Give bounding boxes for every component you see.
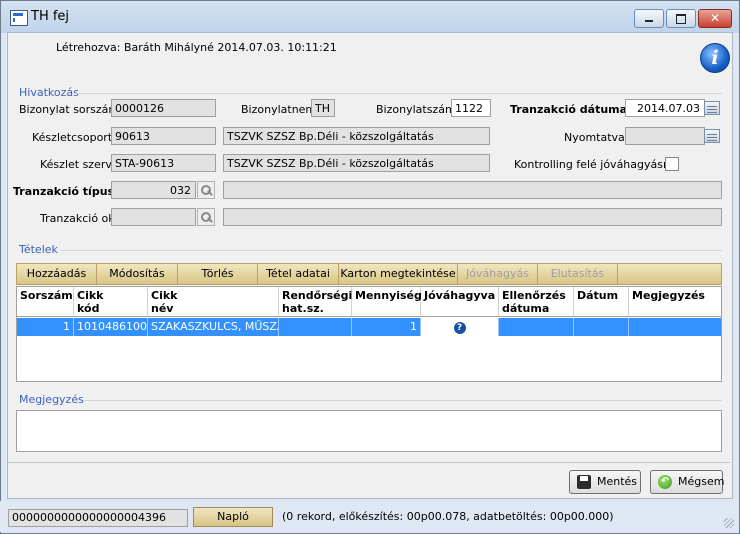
cancel-icon: ↶ <box>658 475 672 489</box>
col-header-datum[interactable]: Dátum <box>574 287 629 317</box>
table-row[interactable]: 1 1010486100 SZAKASZKULCS, MŰSZAKI 1 ? <box>17 318 721 336</box>
stock-group-label: Készletcsoport: <box>32 131 116 144</box>
col-header-cikk-kod[interactable]: Cikk kód <box>74 287 148 317</box>
col-header-mennyiseg[interactable]: Mennyiség <box>352 287 422 317</box>
cell-megjegyzes <box>629 318 721 336</box>
stock-group-name-field: TSZVK SZSZ Bp.Déli - közszolgáltatás <box>223 127 490 145</box>
record-id-field: 0000000000000000004396 <box>8 509 188 527</box>
status-info: (0 rekord, előkészítés: 00p00.078, adatb… <box>282 510 614 523</box>
calendar-icon[interactable] <box>704 101 720 115</box>
title-bar[interactable]: TH fej ✕ <box>1 1 739 33</box>
save-button[interactable]: Mentés <box>569 470 641 494</box>
doc-number-label: Bizonylatszám: <box>376 103 460 116</box>
cancel-button[interactable]: ↶ Mégsem <box>650 470 725 494</box>
cell-cikk-nev: SZAKASZKULCS, MŰSZAKI <box>148 318 279 336</box>
approve-button[interactable]: Jóváhagyás <box>458 264 538 284</box>
minimize-button[interactable] <box>634 9 664 28</box>
maximize-button[interactable] <box>666 9 696 28</box>
items-grid[interactable]: Sorszám Cikk kód Cikk név Rendőrségi hat… <box>16 286 722 382</box>
controlling-label: Kontrolling felé jóváhagyásra <box>514 158 675 171</box>
cancel-button-label: Mégsem <box>678 475 725 488</box>
trx-type-label: Tranzakció típus: <box>13 185 119 198</box>
printed-label: Nyomtatva: <box>564 131 629 144</box>
cell-rendorsegi <box>279 318 352 336</box>
cell-ellenorzes <box>499 318 574 336</box>
calendar-icon[interactable] <box>704 129 720 143</box>
doc-type-label: Bizonylatnem: <box>241 103 320 116</box>
controlling-checkbox[interactable] <box>665 157 679 171</box>
close-button[interactable]: ✕ <box>698 9 732 28</box>
item-data-button[interactable]: Tétel adatai <box>258 264 339 284</box>
doc-serial-field[interactable]: 0000126 <box>111 99 216 117</box>
col-header-sorszam[interactable]: Sorszám <box>17 287 74 317</box>
col-header-cikk-nev[interactable]: Cikk név <box>148 287 279 317</box>
stock-org-name-field: TSZVK SZSZ Bp.Déli - közszolgáltatás <box>223 154 490 172</box>
status-bar: 0000000000000000004396 Napló (0 rekord, … <box>0 501 738 532</box>
window-title: TH fej <box>31 9 70 24</box>
lookup-key-icon[interactable] <box>197 181 215 199</box>
col-header-jovahagyva[interactable]: Jóváhagyva <box>421 287 499 317</box>
trx-reason-label: Tranzakció ok: <box>40 212 119 225</box>
edit-button[interactable]: Módosítás <box>97 264 178 284</box>
group-title-items: Tételek <box>19 243 58 256</box>
trx-type-field[interactable]: 032 <box>111 181 196 199</box>
cell-cikk-kod: 1010486100 <box>74 318 148 336</box>
cell-mennyiseg: 1 <box>352 318 421 336</box>
card-view-button[interactable]: Karton megtekintése <box>339 264 458 284</box>
printed-field[interactable] <box>625 127 705 145</box>
cell-datum <box>574 318 629 336</box>
cell-jovahagyva[interactable]: ? <box>421 318 499 336</box>
notes-textarea[interactable] <box>16 410 722 452</box>
minimize-icon <box>645 20 653 22</box>
col-header-megjegyzes[interactable]: Megjegyzés <box>629 287 721 317</box>
stock-group-code-field[interactable]: 90613 <box>111 127 216 145</box>
reject-button[interactable]: Elutasítás <box>538 264 618 284</box>
trx-date-label: Tranzakció dátuma: <box>510 103 632 116</box>
maximize-icon <box>676 14 686 24</box>
trx-date-field[interactable]: 2014.07.03 <box>625 99 705 117</box>
add-button[interactable]: Hozzáadás <box>17 264 97 284</box>
doc-number-field[interactable]: 1122 <box>451 99 491 117</box>
trx-type-desc-field <box>223 181 722 199</box>
save-icon <box>577 475 591 489</box>
divider <box>60 250 722 251</box>
save-button-label: Mentés <box>597 475 638 488</box>
delete-button[interactable]: Törlés <box>178 264 258 284</box>
stock-org-code-field[interactable]: STA-90613 <box>111 154 216 172</box>
group-title-reference: Hivatkozás <box>19 86 79 99</box>
group-title-notes: Megjegyzés <box>19 393 84 406</box>
divider <box>8 462 730 463</box>
divider <box>76 93 722 94</box>
close-icon: ✕ <box>709 11 721 25</box>
divider <box>84 400 722 401</box>
trx-reason-desc-field <box>223 208 722 226</box>
info-icon[interactable]: i <box>700 43 730 73</box>
col-header-ellenorzes[interactable]: Ellenőrzés dátuma <box>499 287 574 317</box>
doc-type-field[interactable]: TH <box>311 99 335 117</box>
trx-reason-field[interactable] <box>111 208 196 226</box>
doc-serial-label: Bizonylat sorszám: <box>19 103 123 116</box>
cell-sorszam: 1 <box>17 318 74 336</box>
stock-org-label: Készlet szerv: <box>40 158 115 171</box>
lookup-key-icon[interactable] <box>197 208 215 226</box>
question-icon[interactable]: ? <box>453 322 466 334</box>
app-icon <box>10 10 28 26</box>
items-toolbar: Hozzáadás Módosítás Törlés Tétel adatai … <box>16 263 722 285</box>
resize-grip[interactable] <box>724 518 734 528</box>
created-info: Létrehozva: Baráth Mihályné 2014.07.03. … <box>56 41 337 54</box>
col-header-rendorsegi[interactable]: Rendőrségi hat.sz. <box>279 287 352 317</box>
log-button[interactable]: Napló <box>193 507 273 527</box>
